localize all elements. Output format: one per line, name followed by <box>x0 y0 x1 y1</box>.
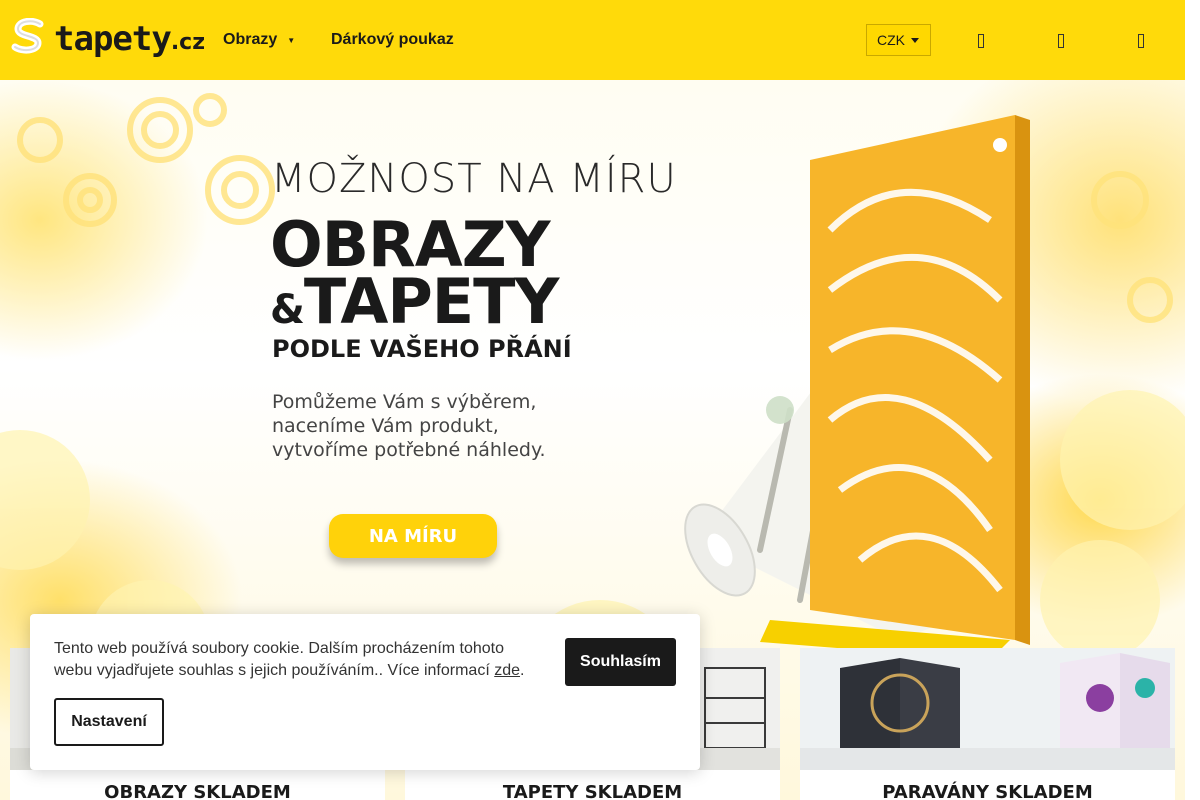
logo-tld: .cz <box>170 30 206 55</box>
cart-icon[interactable] <box>1131 30 1151 52</box>
cookie-message: Tento web používá soubory cookie. Dalším… <box>54 640 505 679</box>
nav-item-label: Dárkový poukaz <box>331 31 454 48</box>
na-miru-button[interactable]: NA MÍRU <box>329 514 497 558</box>
hero-description: Pomůžeme Vám s výběrem, naceníme Vám pro… <box>272 390 592 462</box>
search-icon[interactable] <box>971 30 991 52</box>
hero-description-line: vytvoříme potřebné náhledy. <box>272 439 546 461</box>
site-header: tapety .cz Obrazy ▼ Dárkový poukaz CZK <box>0 0 1185 80</box>
logo[interactable]: tapety .cz <box>10 16 205 56</box>
currency-value: CZK <box>877 32 905 48</box>
tile-paravany-skladem[interactable]: PARAVÁNY SKLADEM <box>800 648 1175 800</box>
tile-image <box>800 648 1175 770</box>
tile-label: OBRAZY SKLADEM <box>10 770 385 800</box>
logo-text: tapety <box>54 19 172 59</box>
hero-title-tapety: &TAPETY <box>270 271 559 341</box>
nav-item-obrazy[interactable]: Obrazy ▼ <box>223 31 295 49</box>
hero-tagline: PODLE VAŠEHO PŘÁNÍ <box>272 335 572 363</box>
hero-description-line: Pomůžeme Vám s výběrem, <box>272 391 537 413</box>
hero-description-line: naceníme Vám produkt, <box>272 415 499 437</box>
cookie-more-info-link[interactable]: zde <box>494 662 520 679</box>
cookie-accept-button[interactable]: Souhlasím <box>565 638 676 686</box>
hero-title-word: TAPETY <box>303 265 559 338</box>
page-edge <box>1185 0 1200 800</box>
tile-label: PARAVÁNY SKLADEM <box>800 770 1175 800</box>
page: tapety .cz Obrazy ▼ Dárkový poukaz CZK M… <box>0 0 1200 800</box>
cookie-banner: Tento web používá soubory cookie. Dalším… <box>30 614 700 770</box>
hero-subtitle: MOŽNOST NA MÍRU <box>271 156 677 202</box>
user-icon[interactable] <box>1051 30 1071 52</box>
currency-select[interactable]: CZK <box>866 24 931 56</box>
tile-label: TAPETY SKLADEM <box>405 770 780 800</box>
caret-down-icon <box>911 37 919 43</box>
logo-s-icon <box>11 18 44 54</box>
nav-item-label: Obrazy <box>223 31 278 48</box>
chevron-down-icon: ▼ <box>287 35 296 45</box>
cookie-period: . <box>520 662 525 679</box>
nav-item-gift-voucher[interactable]: Dárkový poukaz <box>331 31 454 49</box>
ampersand: & <box>270 287 305 333</box>
cookie-text: Tento web používá soubory cookie. Dalším… <box>54 638 544 682</box>
cookie-settings-button[interactable]: Nastavení <box>54 698 164 746</box>
